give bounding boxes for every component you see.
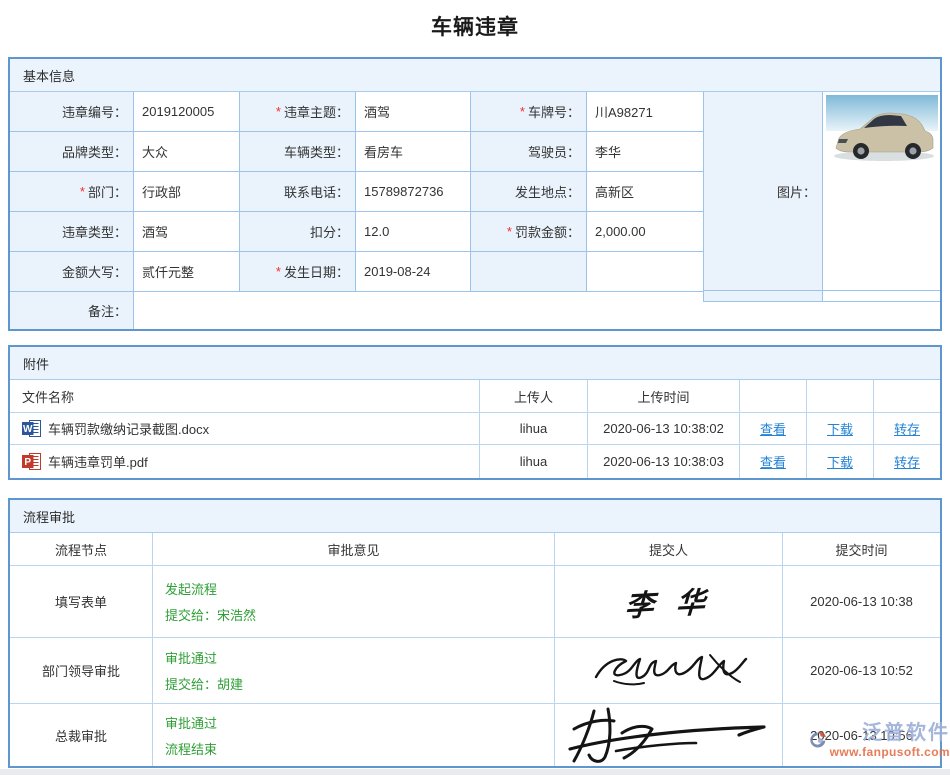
flow-node: 总裁审批 <box>10 704 153 766</box>
label-driver: 驾驶员： <box>471 132 587 172</box>
view-link[interactable]: 查看 <box>760 452 786 471</box>
value-vehicle-type: 看房车 <box>356 132 471 172</box>
label-brand-type: 品牌类型： <box>10 132 134 172</box>
save-as-link[interactable]: 转存 <box>894 419 920 438</box>
label-fine-amount: *罚款金额： <box>471 212 587 252</box>
value-violation-type: 酒驾 <box>134 212 240 252</box>
label-violation-type: 违章类型： <box>10 212 134 252</box>
col-action-2 <box>807 380 874 412</box>
label-contact-phone: 联系电话： <box>240 172 356 212</box>
approval-opinion: 审批通过 流程结束 <box>153 713 217 758</box>
download-link[interactable]: 下载 <box>827 419 853 438</box>
value-empty <box>587 252 703 292</box>
label-violation-no: 违章编号： <box>10 92 134 132</box>
value-brand-type: 大众 <box>134 132 240 172</box>
save-as-link[interactable]: 转存 <box>894 452 920 471</box>
signature-image <box>564 705 774 765</box>
label-photo: 图片： <box>704 92 823 290</box>
download-link[interactable]: 下载 <box>827 452 853 471</box>
file-name: 车辆罚款缴纳记录截图.docx <box>48 419 209 438</box>
basic-info-grid: 违章编号： 2019120005 *违章主题： 酒驾 *车牌号： 川A98271… <box>10 92 703 292</box>
label-department: *部门： <box>10 172 134 212</box>
value-department: 行政部 <box>134 172 240 212</box>
attachment-row: P 车辆违章罚单.pdf lihua 2020-06-13 10:38:03 查… <box>10 445 940 478</box>
photo-spacer-label <box>704 291 823 301</box>
value-occur-place: 高新区 <box>587 172 703 212</box>
approval-row: 填写表单 发起流程 提交给：宋浩然 李 华 2020-06-13 10:38 <box>10 566 940 638</box>
svg-text:P: P <box>24 457 31 468</box>
col-flow-node: 流程节点 <box>10 533 153 565</box>
col-upload-time: 上传时间 <box>588 380 740 412</box>
label-occur-place: 发生地点： <box>471 172 587 212</box>
label-violation-subject: *违章主题： <box>240 92 356 132</box>
approval-row: 总裁审批 审批通过 流程结束 <box>10 704 940 766</box>
submit-time: 2020-06-13 10:38 <box>783 566 940 637</box>
upload-time: 2020-06-13 10:38:03 <box>588 445 740 478</box>
basic-info-section-title: 基本信息 <box>10 59 940 92</box>
col-submitter: 提交人 <box>555 533 783 565</box>
label-empty <box>471 252 587 292</box>
photo-cell <box>823 92 940 290</box>
value-plate-no: 川A98271 <box>587 92 703 132</box>
flow-section-title: 流程审批 <box>10 500 940 533</box>
label-points: 扣分： <box>240 212 356 252</box>
approval-opinion: 发起流程 提交给：宋浩然 <box>153 579 256 624</box>
value-fine-amount: 2,000.00 <box>587 212 703 252</box>
label-plate-no: *车牌号： <box>471 92 587 132</box>
value-violation-subject: 酒驾 <box>356 92 471 132</box>
uploader: lihua <box>480 445 588 478</box>
photo-block: 图片： <box>703 92 940 302</box>
view-link[interactable]: 查看 <box>760 419 786 438</box>
flow-node: 部门领导审批 <box>10 638 153 703</box>
pdf-file-icon: P <box>22 453 41 470</box>
flow-node: 填写表单 <box>10 566 153 637</box>
svg-text:W: W <box>23 424 33 435</box>
label-occur-date: *发生日期： <box>240 252 356 292</box>
submit-time: 2020-06-13 10:52 <box>783 638 940 703</box>
required-icon: * <box>80 184 85 199</box>
approval-row: 部门领导审批 审批通过 提交给：胡建 2020-06-13 10:52 <box>10 638 940 704</box>
value-amount-words: 贰仟元整 <box>134 252 240 292</box>
attachments-panel: 附件 文件名称 上传人 上传时间 W <box>8 345 942 480</box>
value-violation-no: 2019120005 <box>134 92 240 132</box>
vehicle-photo <box>826 95 938 171</box>
photo-spacer-cell <box>823 291 940 301</box>
value-occur-date: 2019-08-24 <box>356 252 471 292</box>
required-icon: * <box>520 104 525 119</box>
signature-image <box>584 647 754 695</box>
col-uploader: 上传人 <box>480 380 588 412</box>
label-amount-words: 金额大写： <box>10 252 134 292</box>
file-name: 车辆违章罚单.pdf <box>48 452 148 471</box>
approval-opinion: 审批通过 提交给：胡建 <box>153 648 243 693</box>
col-opinion: 审批意见 <box>153 533 555 565</box>
page-title: 车辆违章 <box>0 11 950 41</box>
required-icon: * <box>276 104 281 119</box>
signature-lihua: 李 华 <box>624 578 712 625</box>
col-action-1 <box>740 380 807 412</box>
attachment-row: W 车辆罚款缴纳记录截图.docx lihua 2020-06-13 10:38… <box>10 413 940 445</box>
required-icon: * <box>507 224 512 239</box>
col-file-name: 文件名称 <box>10 380 480 412</box>
basic-info-panel: 基本信息 违章编号： 2019120005 *违章主题： 酒驾 *车牌号： 川A… <box>8 57 942 331</box>
flow-header-row: 流程节点 审批意见 提交人 提交时间 <box>10 533 940 566</box>
submit-time: 2020-06-13 10:56 <box>783 704 940 766</box>
attachments-header-row: 文件名称 上传人 上传时间 <box>10 380 940 413</box>
required-icon: * <box>276 264 281 279</box>
value-driver: 李华 <box>587 132 703 172</box>
label-vehicle-type: 车辆类型： <box>240 132 356 172</box>
col-submit-time: 提交时间 <box>783 533 940 565</box>
value-points: 12.0 <box>356 212 471 252</box>
bottom-strip <box>0 769 950 775</box>
upload-time: 2020-06-13 10:38:02 <box>588 413 740 444</box>
word-file-icon: W <box>22 420 41 437</box>
attachments-section-title: 附件 <box>10 347 940 380</box>
vehicle-violation-page: 车辆违章 基本信息 违章编号： 2019120005 *违章主题： 酒驾 *车牌… <box>0 0 950 775</box>
uploader: lihua <box>480 413 588 444</box>
flow-approval-panel: 流程审批 流程节点 审批意见 提交人 提交时间 填写表单 发起流程 提交给：宋浩… <box>8 498 942 768</box>
value-contact-phone: 15789872736 <box>356 172 471 212</box>
col-action-3 <box>874 380 940 412</box>
basic-info-body: 违章编号： 2019120005 *违章主题： 酒驾 *车牌号： 川A98271… <box>10 92 940 329</box>
label-remark: 备注： <box>10 292 134 329</box>
